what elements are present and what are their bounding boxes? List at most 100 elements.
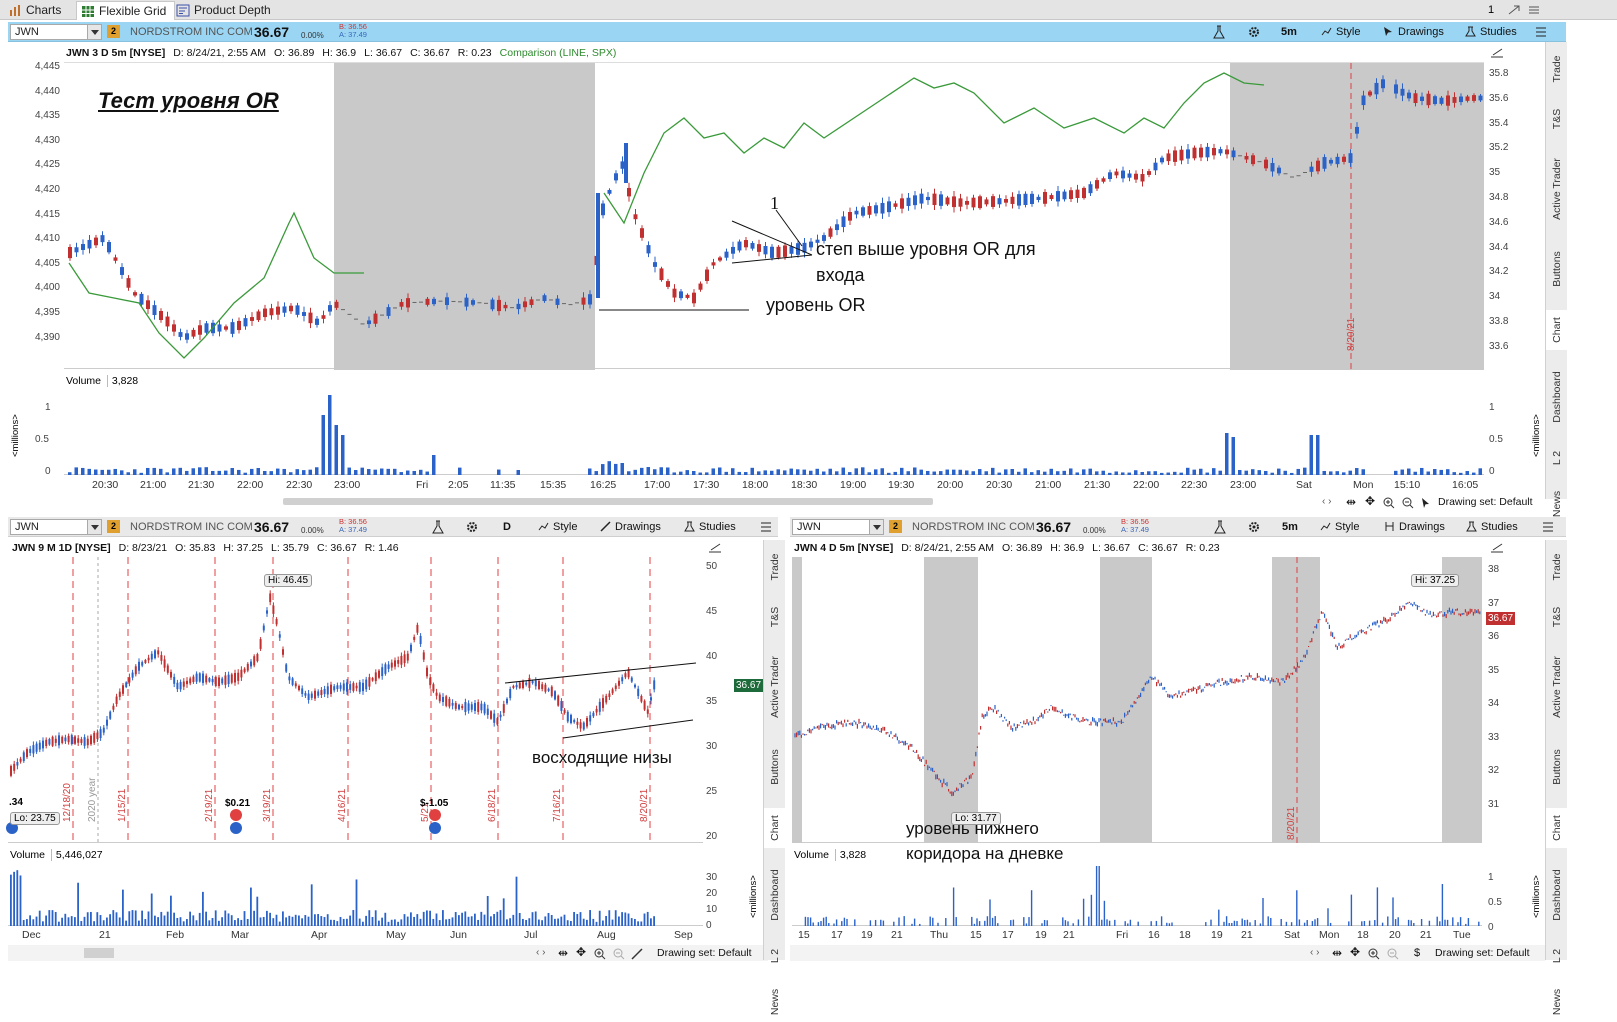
scroll-arrows-icon[interactable]: ‹ › <box>1322 494 1331 510</box>
expand-icon[interactable] <box>1508 5 1520 15</box>
br-volume-plot[interactable]: Volume 3,828 <box>792 846 1482 926</box>
bl-volume-plot[interactable]: Volume 5,446,027 <box>8 846 703 926</box>
move-icon[interactable]: ✥ <box>1365 493 1375 509</box>
sidebar-tab-l-2[interactable]: L 2 <box>1546 444 1568 472</box>
timeframe-button[interactable]: D <box>503 520 511 534</box>
pencil-icon[interactable] <box>631 948 643 960</box>
candle-body <box>1127 173 1132 178</box>
candle-body <box>1404 605 1406 610</box>
volume-bar <box>573 911 575 926</box>
cursor-icon[interactable] <box>1421 497 1431 509</box>
candle-body <box>1036 196 1041 200</box>
sidebar-tab-buttons[interactable]: Buttons <box>1546 240 1568 298</box>
pan-icon[interactable]: ⇹ <box>1346 494 1356 510</box>
pan-icon[interactable]: ⇹ <box>558 945 568 961</box>
candle-body <box>502 704 505 713</box>
flask-icon[interactable] <box>1213 25 1225 39</box>
collapse-icon[interactable] <box>1490 543 1504 553</box>
style-button[interactable]: Style <box>538 520 577 534</box>
menu-icon[interactable] <box>760 521 772 533</box>
chevron-down-icon[interactable] <box>87 520 101 534</box>
drawings-button[interactable]: Drawings <box>1383 25 1444 39</box>
volume-bar <box>378 920 380 926</box>
menu-icon[interactable] <box>1528 5 1540 15</box>
gear-icon[interactable] <box>1247 520 1261 534</box>
link-group-badge[interactable]: 2 <box>889 520 902 533</box>
tab-product-depth[interactable]: Product Depth <box>172 1 279 20</box>
bl-price-plot[interactable]: 12/18/20 1/15/21 2/19/21 3/19/21 4/16/21 5/21… <box>6 557 703 843</box>
sidebar-tab-l-2[interactable]: L 2 <box>1546 942 1568 970</box>
zoom-in-icon[interactable] <box>594 948 606 960</box>
sidebar-tab-news[interactable]: News <box>764 982 786 1022</box>
volume-bar <box>1129 919 1132 926</box>
flask-icon[interactable] <box>1214 520 1226 534</box>
volume-bar <box>122 889 124 926</box>
timeframe-button[interactable]: 5m <box>1282 520 1298 534</box>
zoom-out-icon[interactable] <box>1387 948 1399 960</box>
sidebar-tab-trade[interactable]: Trade <box>1546 50 1568 88</box>
sidebar-tab-chart[interactable]: Chart <box>1546 808 1568 848</box>
move-icon[interactable]: ✥ <box>1350 944 1360 960</box>
tab-flexible-grid[interactable]: Flexible Grid <box>76 1 176 20</box>
studies-button[interactable]: Studies <box>1466 520 1518 534</box>
sidebar-tab-dashboard[interactable]: Dashboard <box>764 860 786 930</box>
move-icon[interactable]: ✥ <box>576 944 586 960</box>
bl-scroll-handle[interactable] <box>84 948 114 958</box>
style-button[interactable]: Style <box>1320 520 1359 534</box>
sidebar-tab-trade[interactable]: Trade <box>1546 548 1568 586</box>
zoom-out-icon[interactable] <box>613 948 625 960</box>
chevron-down-icon[interactable] <box>869 520 883 534</box>
zoom-in-icon[interactable] <box>1383 497 1395 509</box>
style-button[interactable]: Style <box>1321 25 1360 39</box>
sidebar-tab-news[interactable]: News <box>1546 982 1568 1022</box>
sidebar-tab-chart[interactable]: Chart <box>764 808 786 848</box>
scroll-arrows-icon[interactable]: ‹ › <box>1310 945 1319 961</box>
link-group-badge[interactable]: 2 <box>107 25 120 38</box>
sidebar-tab-chart[interactable]: Chart <box>1546 310 1568 350</box>
studies-button[interactable]: Studies <box>684 520 736 534</box>
main-symbol-input[interactable]: JWN <box>10 24 102 40</box>
sidebar-tab-dashboard[interactable]: Dashboard <box>1546 860 1568 930</box>
br-price-plot[interactable]: 8/20/21 <box>792 557 1482 843</box>
zoom-in-icon[interactable] <box>1368 948 1380 960</box>
sidebar-tab-t-s[interactable]: T&S <box>764 598 786 636</box>
volume-bar <box>94 469 98 475</box>
sidebar-tab-active-trader[interactable]: Active Trader <box>1546 648 1568 726</box>
sidebar-tab-buttons[interactable]: Buttons <box>1546 738 1568 796</box>
sidebar-tab-t-s[interactable]: T&S <box>1546 100 1568 138</box>
sidebar-tab-buttons[interactable]: Buttons <box>764 738 786 796</box>
main-scrollbar[interactable] <box>283 498 933 505</box>
zoom-out-icon[interactable] <box>1402 497 1414 509</box>
sidebar-tab-dashboard[interactable]: Dashboard <box>1546 362 1568 432</box>
volume-bar <box>464 911 467 926</box>
link-group-badge[interactable]: 2 <box>107 520 120 533</box>
menu-icon[interactable] <box>1535 26 1547 38</box>
scroll-arrows-icon[interactable]: ‹ › <box>536 945 545 961</box>
gear-icon[interactable] <box>465 520 479 534</box>
sidebar-tab-trade[interactable]: Trade <box>764 548 786 586</box>
drawings-button[interactable]: Drawings <box>600 520 661 534</box>
drawings-button[interactable]: Drawings <box>1384 520 1445 534</box>
timeframe-button[interactable]: 5m <box>1281 25 1297 39</box>
volume-bar <box>833 923 835 926</box>
tab-charts[interactable]: Charts <box>4 1 69 20</box>
sidebar-tab-l-2[interactable]: L 2 <box>764 942 786 970</box>
studies-button[interactable]: Studies <box>1465 25 1517 39</box>
volume-bar <box>224 470 228 475</box>
menu-icon[interactable] <box>1542 521 1554 533</box>
volume-bar <box>106 917 108 926</box>
collapse-icon[interactable] <box>1490 48 1504 58</box>
br-symbol-input[interactable]: JWN <box>792 519 884 535</box>
pan-icon[interactable]: ⇹ <box>1332 945 1342 961</box>
right-axis-label: 20 <box>706 831 718 842</box>
dollar-icon[interactable]: $ <box>1414 945 1420 961</box>
gear-icon[interactable] <box>1247 25 1261 39</box>
flask-icon[interactable] <box>432 520 444 534</box>
bl-symbol-input[interactable]: JWN <box>10 519 102 535</box>
main-volume-plot[interactable]: Volume 3,828 <box>64 372 1484 475</box>
sidebar-tab-active-trader[interactable]: Active Trader <box>764 648 786 726</box>
sidebar-tab-t-s[interactable]: T&S <box>1546 598 1568 636</box>
chevron-down-icon[interactable] <box>87 25 101 39</box>
collapse-icon[interactable] <box>708 543 722 553</box>
sidebar-tab-active-trader[interactable]: Active Trader <box>1546 150 1568 228</box>
